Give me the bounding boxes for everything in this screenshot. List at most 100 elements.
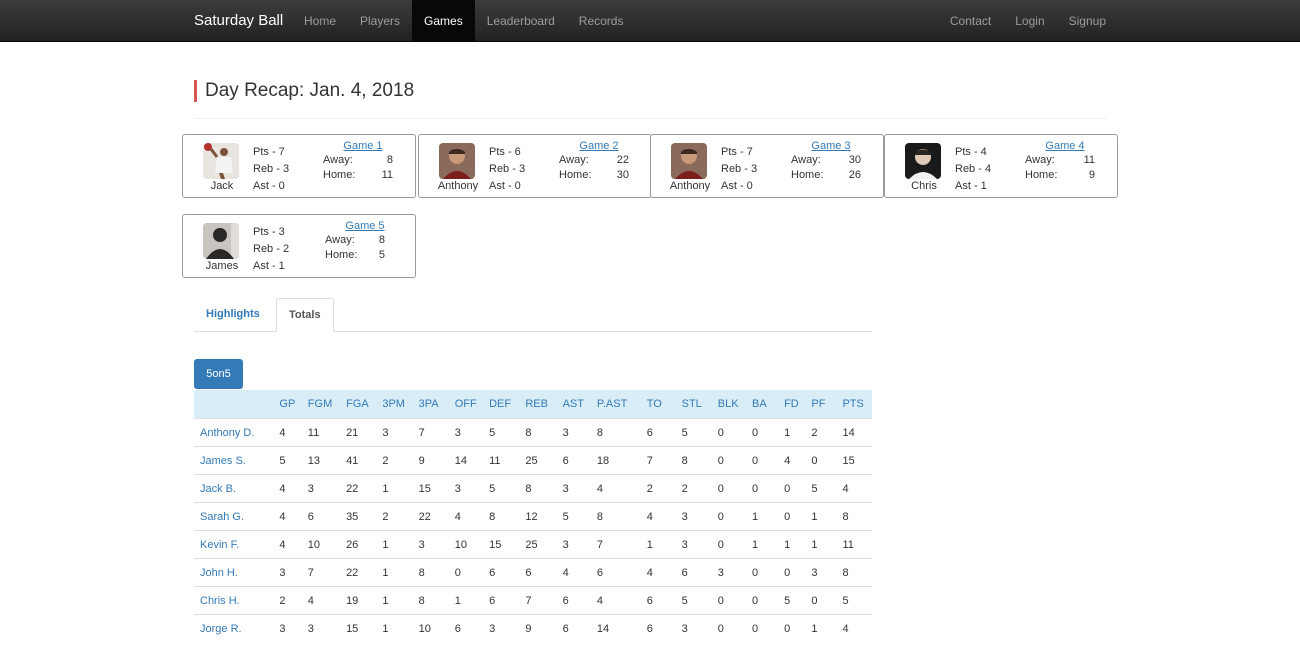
header-fgm[interactable]: FGM bbox=[303, 390, 343, 419]
stat-cell-fga: 22 bbox=[342, 474, 379, 503]
header-ba[interactable]: BA bbox=[748, 390, 781, 419]
game-link[interactable]: Game 5 bbox=[325, 220, 405, 233]
stat-cell-off: 6 bbox=[450, 614, 486, 642]
player-link[interactable]: Anthony D. bbox=[194, 418, 276, 447]
format-pill-5on5[interactable]: 5on5 bbox=[194, 359, 243, 389]
player-link[interactable]: John H. bbox=[194, 558, 276, 587]
game-link[interactable]: Game 4 bbox=[1025, 140, 1105, 153]
header-past[interactable]: P.AST bbox=[592, 390, 643, 419]
header-def[interactable]: DEF bbox=[485, 390, 522, 419]
player-link[interactable]: Jack B. bbox=[194, 474, 276, 503]
game-card-4: Chris Pts - 4 Reb - 4 Ast - 1 Game 4 Awa… bbox=[884, 134, 1118, 198]
stat-cell-fgm: 13 bbox=[303, 446, 343, 475]
stat-cell-def: 15 bbox=[485, 530, 522, 559]
nav-players[interactable]: Players bbox=[348, 0, 412, 42]
stat-cell-3pa: 8 bbox=[414, 558, 451, 587]
header-stl[interactable]: STL bbox=[677, 390, 714, 419]
brand-link[interactable]: Saturday Ball bbox=[194, 12, 283, 29]
stat-cell-3pm: 1 bbox=[378, 558, 415, 587]
nav-leaderboard[interactable]: Leaderboard bbox=[475, 0, 567, 42]
header-fga[interactable]: FGA bbox=[342, 390, 379, 419]
stat-cell-fga: 41 bbox=[342, 446, 379, 475]
stat-cell-reb: 12 bbox=[521, 502, 559, 531]
stat-cell-blk: 0 bbox=[713, 530, 749, 559]
game-link[interactable]: Game 3 bbox=[791, 140, 871, 153]
stat-cell-ast: 3 bbox=[558, 474, 593, 503]
points-stat: Pts - 6 bbox=[489, 146, 521, 158]
player-photo-icon bbox=[203, 143, 239, 179]
assists-stat: Ast - 0 bbox=[253, 180, 285, 192]
away-score: 11 bbox=[1083, 154, 1095, 166]
stat-cell-reb: 9 bbox=[521, 614, 559, 642]
header-blk[interactable]: BLK bbox=[713, 390, 749, 419]
stat-cell-reb: 25 bbox=[521, 530, 559, 559]
stat-cell-pf: 5 bbox=[807, 474, 839, 503]
header-to[interactable]: TO bbox=[642, 390, 678, 419]
stat-cell-fgm: 10 bbox=[303, 530, 343, 559]
player-link[interactable]: Kevin F. bbox=[194, 530, 276, 559]
player-link[interactable]: Jorge R. bbox=[194, 614, 276, 642]
stat-cell-fd: 0 bbox=[780, 614, 808, 642]
table-row: John H. 3 7 22 1 8 0 6 6 4 6 4 6 3 0 0 3 8 bbox=[194, 558, 872, 587]
player-name: Jack bbox=[210, 180, 234, 192]
rebounds-stat: Reb - 2 bbox=[253, 243, 290, 255]
header-fd[interactable]: FD bbox=[780, 390, 808, 419]
stat-cell-fgm: 7 bbox=[303, 558, 343, 587]
stat-cell-to: 6 bbox=[642, 614, 678, 642]
nav-signup[interactable]: Signup bbox=[1057, 0, 1118, 42]
tab-highlights[interactable]: Highlights bbox=[194, 298, 272, 330]
stat-cell-off: 3 bbox=[450, 418, 486, 447]
game-score: Game 2 Away: 22 Home: 30 bbox=[559, 140, 639, 183]
stat-cell-3pa: 7 bbox=[414, 418, 451, 447]
game-score: Game 3 Away: 30 Home: 26 bbox=[791, 140, 871, 183]
player-link[interactable]: Sarah G. bbox=[194, 502, 276, 531]
stat-cell-past: 6 bbox=[592, 558, 643, 587]
stat-cell-blk: 0 bbox=[713, 614, 749, 642]
stat-cell-ba: 0 bbox=[748, 474, 781, 503]
rebounds-stat: Reb - 4 bbox=[955, 163, 992, 175]
page-title: Day Recap: Jan. 4, 2018 bbox=[205, 80, 415, 101]
header-gp[interactable]: GP bbox=[275, 390, 304, 419]
player-link[interactable]: Chris H. bbox=[194, 586, 276, 615]
header-ast[interactable]: AST bbox=[558, 390, 593, 419]
header-3pa[interactable]: 3PA bbox=[414, 390, 451, 419]
nav-records[interactable]: Records bbox=[567, 0, 636, 42]
game-link[interactable]: Game 1 bbox=[323, 140, 403, 153]
stat-cell-reb: 7 bbox=[521, 586, 559, 615]
stat-cell-3pa: 9 bbox=[414, 446, 451, 475]
game-score: Game 1 Away: 8 Home: 11 bbox=[323, 140, 403, 183]
game-link[interactable]: Game 2 bbox=[559, 140, 639, 153]
home-score: 11 bbox=[381, 169, 393, 181]
stat-cell-ba: 0 bbox=[748, 586, 781, 615]
nav-home[interactable]: Home bbox=[292, 0, 348, 42]
stat-cell-stl: 8 bbox=[677, 446, 714, 475]
stat-cell-fd: 0 bbox=[780, 502, 808, 531]
stat-cell-pts: 8 bbox=[838, 502, 872, 531]
stat-cell-ast: 6 bbox=[558, 614, 593, 642]
stat-cell-fgm: 6 bbox=[303, 502, 343, 531]
stat-cell-ast: 3 bbox=[558, 418, 593, 447]
nav-contact[interactable]: Contact bbox=[938, 0, 1003, 42]
header-off[interactable]: OFF bbox=[450, 390, 486, 419]
assists-stat: Ast - 0 bbox=[489, 180, 521, 192]
stat-cell-ba: 0 bbox=[748, 614, 781, 642]
stat-cell-ast: 3 bbox=[558, 530, 593, 559]
tab-totals[interactable]: Totals bbox=[276, 298, 334, 332]
stat-cell-fgm: 4 bbox=[303, 586, 343, 615]
stat-cell-to: 6 bbox=[642, 418, 678, 447]
player-stats: Pts - 4 Reb - 4 Ast - 1 bbox=[955, 144, 991, 195]
header-3pm[interactable]: 3PM bbox=[378, 390, 415, 419]
header-player[interactable] bbox=[194, 390, 276, 419]
stat-cell-gp: 3 bbox=[275, 614, 304, 642]
header-pts[interactable]: PTS bbox=[838, 390, 872, 419]
nav-games[interactable]: Games bbox=[412, 0, 475, 42]
away-score: 22 bbox=[616, 154, 629, 166]
stat-cell-past: 8 bbox=[592, 418, 643, 447]
nav-login[interactable]: Login bbox=[1003, 0, 1056, 42]
stat-cell-def: 11 bbox=[485, 446, 522, 475]
game-score: Game 4 Away: 11 Home: 9 bbox=[1025, 140, 1105, 183]
header-pf[interactable]: PF bbox=[807, 390, 839, 419]
player-link[interactable]: James S. bbox=[194, 446, 276, 475]
header-reb[interactable]: REB bbox=[521, 390, 559, 419]
stat-cell-blk: 0 bbox=[713, 446, 749, 475]
